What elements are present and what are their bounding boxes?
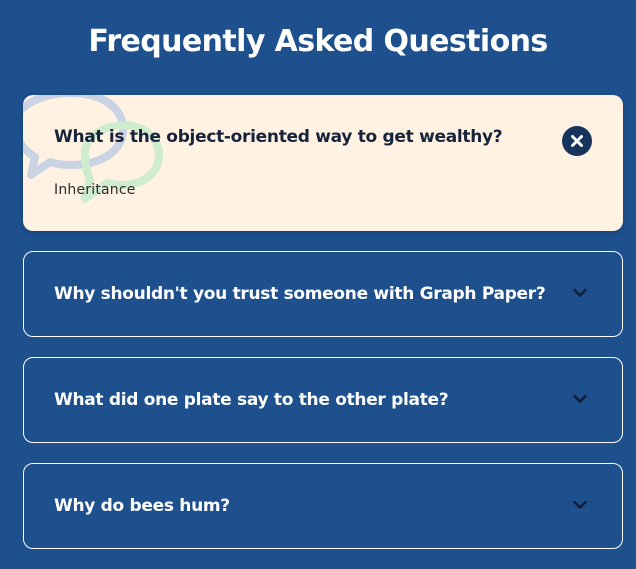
faq-question: What is the object-oriented way to get w…	[54, 127, 503, 147]
faq-item-3[interactable]: What did one plate say to the other plat…	[23, 357, 623, 443]
chevron-down-icon[interactable]	[573, 500, 587, 510]
faq-question: Why do bees hum?	[54, 496, 230, 516]
faq-list: What is the object-oriented way to get w…	[23, 95, 623, 569]
chevron-down-icon[interactable]	[573, 394, 587, 404]
faq-question: What did one plate say to the other plat…	[54, 390, 449, 410]
page-title: Frequently Asked Questions	[88, 24, 548, 59]
close-button[interactable]	[562, 126, 592, 156]
faq-question: Why shouldn't you trust someone with Gra…	[54, 284, 546, 304]
faq-item-2[interactable]: Why shouldn't you trust someone with Gra…	[23, 251, 623, 337]
faq-answer: Inheritance	[54, 182, 136, 198]
chevron-down-icon[interactable]	[573, 288, 587, 298]
faq-item-4[interactable]: Why do bees hum?	[23, 463, 623, 549]
chat-bubbles-icon	[23, 95, 163, 203]
faq-item-1[interactable]: What is the object-oriented way to get w…	[23, 95, 623, 231]
close-icon	[571, 135, 583, 147]
